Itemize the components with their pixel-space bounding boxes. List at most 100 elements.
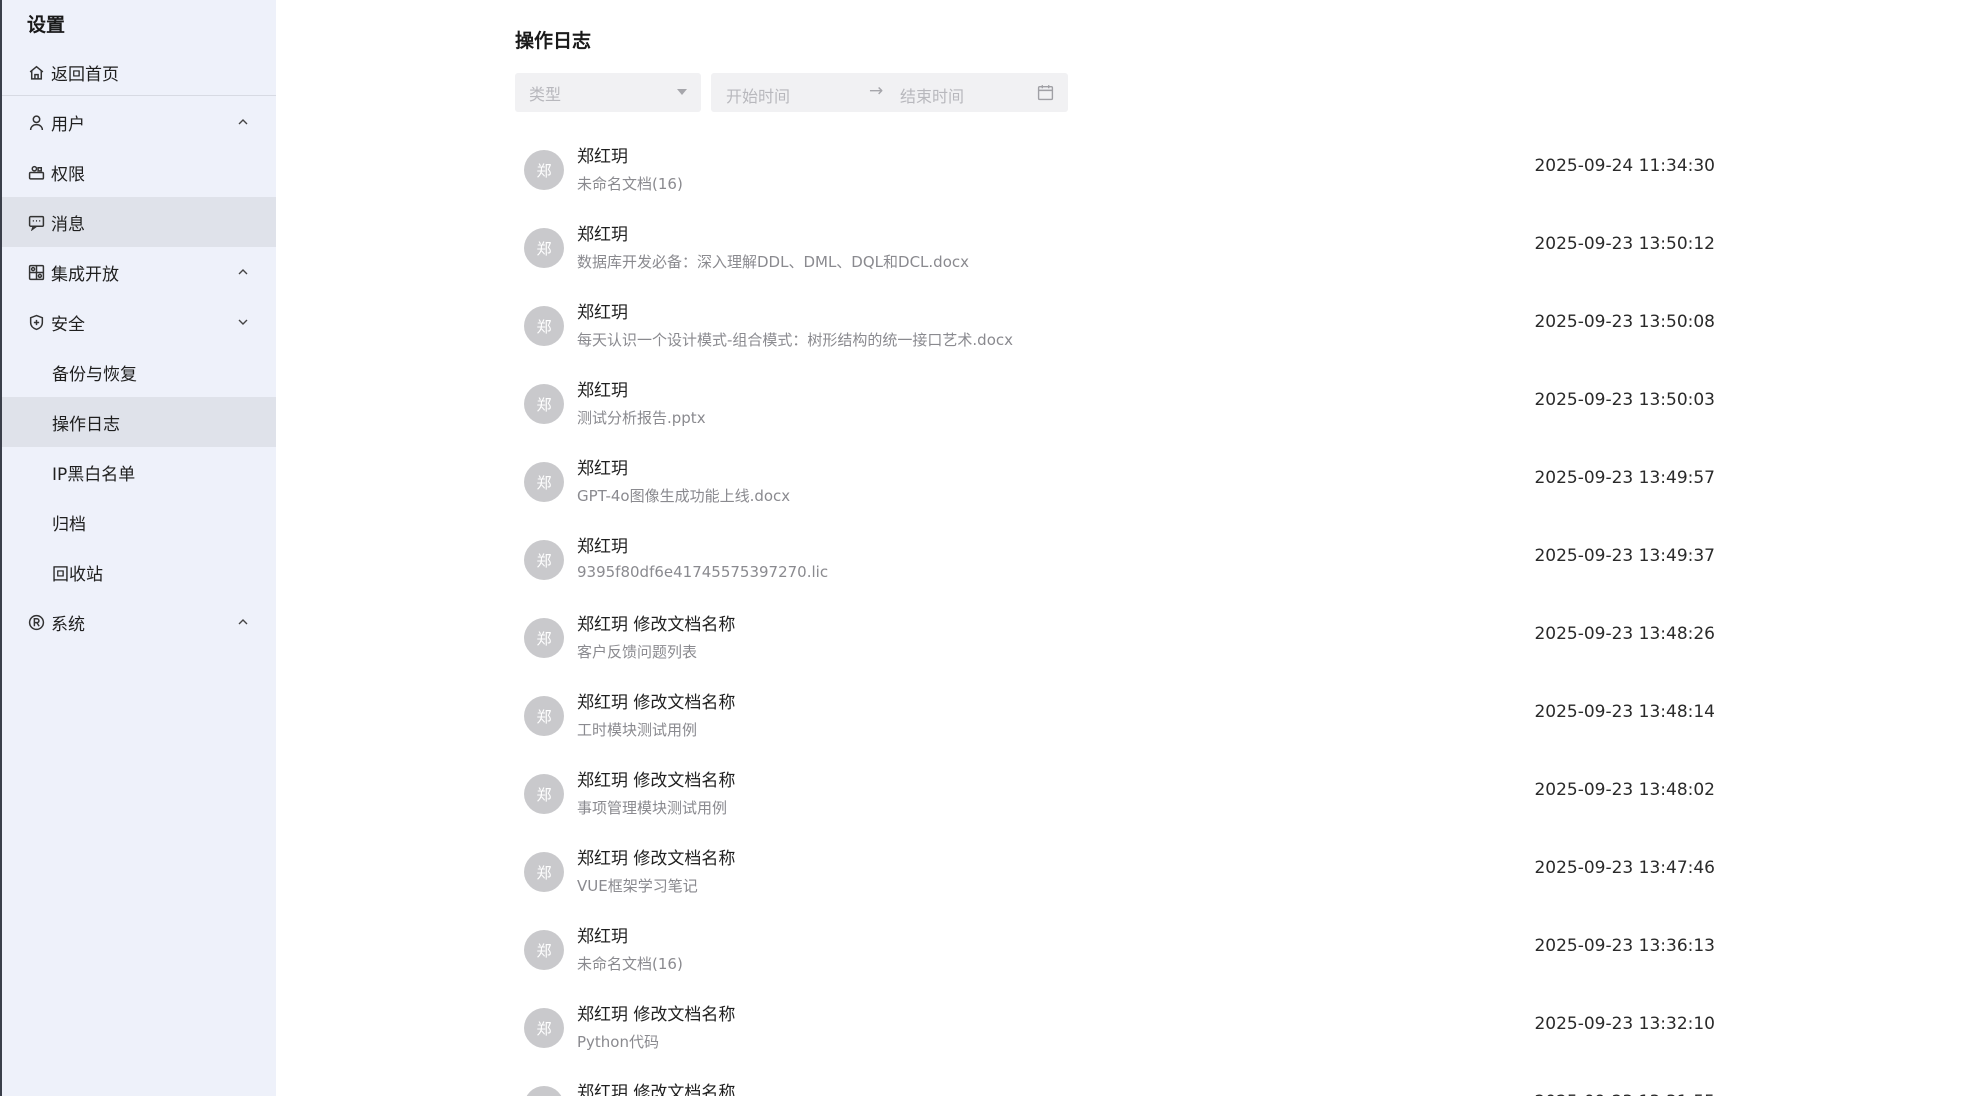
avatar: 郑: [524, 228, 564, 268]
log-timestamp: 2025-09-23 13:49:57: [1534, 468, 1715, 488]
log-timestamp: 2025-09-23 13:50:03: [1534, 390, 1715, 410]
type-select[interactable]: 类型: [515, 73, 701, 112]
log-title: 郑红玥: [577, 927, 628, 947]
log-detail: GPT-4o图像生成功能上线.docx: [577, 487, 791, 505]
log-timestamp: 2025-09-23 13:48:02: [1534, 780, 1715, 800]
avatar: 郑: [524, 384, 564, 424]
avatar: 郑: [524, 306, 564, 346]
sidebar-item-home[interactable]: 返回首页: [2, 47, 276, 97]
sidebar-item-archive[interactable]: 归档: [2, 497, 276, 547]
avatar: 郑: [524, 1086, 564, 1096]
log-title: 郑红玥: [577, 381, 628, 401]
sidebar-item-backup-restore[interactable]: 备份与恢复: [2, 347, 276, 397]
log-detail: 测试分析报告.pptx: [577, 409, 706, 427]
sidebar-item-operation-log[interactable]: 操作日志: [2, 397, 276, 447]
log-row[interactable]: 郑郑红玥未命名文档(16) 2025-09-24 11:34:30: [515, 130, 1715, 208]
log-row[interactable]: 郑郑红玥测试分析报告.pptx 2025-09-23 13:50:03: [515, 364, 1715, 442]
page-title: 操作日志: [515, 30, 592, 52]
system-icon: [27, 613, 45, 631]
start-time-input[interactable]: 开始时间: [726, 83, 790, 107]
sidebar-item-recycle-bin[interactable]: 回收站: [2, 547, 276, 597]
range-arrow-icon: →: [869, 81, 884, 101]
sidebar-item-system[interactable]: 系统: [2, 597, 276, 647]
avatar: 郑: [524, 540, 564, 580]
sidebar-item-label: 回收站: [52, 564, 103, 585]
avatar: 郑: [524, 618, 564, 658]
user-icon: [27, 113, 45, 131]
type-select-placeholder: 类型: [529, 84, 562, 104]
log-timestamp: 2025-09-23 13:48:26: [1534, 624, 1715, 644]
log-detail: 未命名文档(16): [577, 175, 683, 193]
chevron-up-icon: [236, 615, 250, 629]
sidebar-item-label: 系统: [51, 614, 85, 635]
log-title: 郑红玥 修改文档名称: [577, 849, 736, 869]
sidebar-item-label: 安全: [51, 314, 85, 335]
log-row[interactable]: 郑郑红玥 修改文档名称 VUE框架学习笔记 2025-09-23 13:47:46: [515, 832, 1715, 910]
avatar: 郑: [524, 774, 564, 814]
log-detail: 事项管理模块测试用例: [577, 799, 728, 817]
log-detail: 数据库开发必备：深入理解DDL、DML、DQL和DCL.docx: [577, 253, 969, 271]
sidebar-item-label: 权限: [51, 164, 85, 185]
sidebar-item-label: 操作日志: [52, 414, 120, 435]
caret-down-icon: [677, 89, 687, 95]
sidebar-item-messages[interactable]: 消息: [2, 197, 276, 247]
chevron-down-icon: [236, 315, 250, 329]
log-title: 郑红玥 修改文档名称: [577, 771, 736, 791]
avatar: 郑: [524, 1008, 564, 1048]
sidebar-item-integration[interactable]: 集成开放: [2, 247, 276, 297]
log-row[interactable]: 郑郑红玥 修改文档名称 工时模块测试用例 2025-09-23 13:48:14: [515, 676, 1715, 754]
avatar: 郑: [524, 696, 564, 736]
permission-icon: [27, 163, 45, 181]
shield-icon: [27, 313, 45, 331]
log-timestamp: 2025-09-23 13:50:08: [1534, 312, 1715, 332]
log-row[interactable]: 郑郑红玥 每天认识一个设计模式-组合模式：树形结构的统一接口艺术.docx 2025…: [515, 286, 1715, 364]
log-row[interactable]: 郑郑红玥 修改文档名称 事项管理模块测试用例 2025-09-23 13:48:02: [515, 754, 1715, 832]
end-time-input[interactable]: 结束时间: [900, 83, 964, 107]
log-title: 郑红玥: [577, 147, 628, 167]
log-timestamp: 2025-09-23 13:49:37: [1534, 546, 1715, 566]
log-row[interactable]: 郑郑红玥 修改文档名称 Python代码 2025-09-23 13:32:10: [515, 988, 1715, 1066]
date-range-picker[interactable]: 开始时间 → 结束时间: [711, 73, 1068, 112]
message-icon: [27, 213, 45, 231]
sidebar-item-users[interactable]: 用户: [2, 97, 276, 147]
calendar-icon[interactable]: [1037, 84, 1054, 101]
log-title: 郑红玥: [577, 537, 628, 557]
sidebar-item-label: 备份与恢复: [52, 364, 137, 385]
sidebar-item-label: 归档: [52, 514, 86, 535]
log-row[interactable]: 郑 郑红玥 修改文档名称 2025-09-23 13:31:55: [515, 1066, 1715, 1096]
settings-sidebar: 设置 返回首页 用户 权限 消息 集成开放 安全 备份与恢复 操作日志 IP黑白…: [0, 0, 276, 1096]
chevron-up-icon: [236, 115, 250, 129]
log-row[interactable]: 郑郑红玥 未命名文档(16) 2025-09-23 13:36:13: [515, 910, 1715, 988]
log-row[interactable]: 郑郑红玥 GPT-4o图像生成功能上线.docx 2025-09-23 13:49:…: [515, 442, 1715, 520]
log-title: 郑红玥: [577, 459, 628, 479]
log-detail: 未命名文档(16): [577, 955, 683, 973]
log-detail: 工时模块测试用例: [577, 721, 698, 739]
home-icon: [27, 63, 45, 81]
sidebar-item-permissions[interactable]: 权限: [2, 147, 276, 197]
sidebar-item-label: 集成开放: [51, 264, 119, 285]
log-title: 郑红玥: [577, 303, 628, 323]
log-detail: 客户反馈问题列表: [577, 643, 698, 661]
sidebar-title: 设置: [27, 14, 66, 36]
sidebar-item-ip-list[interactable]: IP黑白名单: [2, 447, 276, 497]
filter-bar: 类型 开始时间 → 结束时间: [515, 73, 1068, 112]
log-row[interactable]: 郑郑红玥 9395f80df6e41745575397270.lic 2025-09…: [515, 520, 1715, 598]
log-title: 郑红玥 修改文档名称: [577, 1083, 736, 1096]
log-timestamp: 2025-09-23 13:48:14: [1534, 702, 1715, 722]
log-title: 郑红玥 修改文档名称: [577, 1005, 736, 1025]
avatar: 郑: [524, 150, 564, 190]
avatar: 郑: [524, 462, 564, 502]
sidebar-item-label: 用户: [51, 114, 85, 135]
log-title: 郑红玥 修改文档名称: [577, 693, 736, 713]
avatar: 郑: [524, 852, 564, 892]
log-timestamp: 2025-09-23 13:50:12: [1534, 234, 1715, 254]
log-row[interactable]: 郑郑红玥 修改文档名称 客户反馈问题列表 2025-09-23 13:48:26: [515, 598, 1715, 676]
sidebar-item-label: 消息: [51, 214, 85, 235]
log-timestamp: 2025-09-23 13:47:46: [1534, 858, 1715, 878]
log-title: 郑红玥 修改文档名称: [577, 615, 736, 635]
log-timestamp: 2025-09-24 11:34:30: [1534, 156, 1715, 176]
log-detail: 9395f80df6e41745575397270.lic: [577, 563, 829, 581]
log-row[interactable]: 郑郑红玥 数据库开发必备：深入理解DDL、DML、DQL和DCL.docx 2025…: [515, 208, 1715, 286]
app-root: 设置 返回首页 用户 权限 消息 集成开放 安全 备份与恢复 操作日志 IP黑白…: [0, 0, 1961, 1096]
sidebar-item-security[interactable]: 安全: [2, 297, 276, 347]
